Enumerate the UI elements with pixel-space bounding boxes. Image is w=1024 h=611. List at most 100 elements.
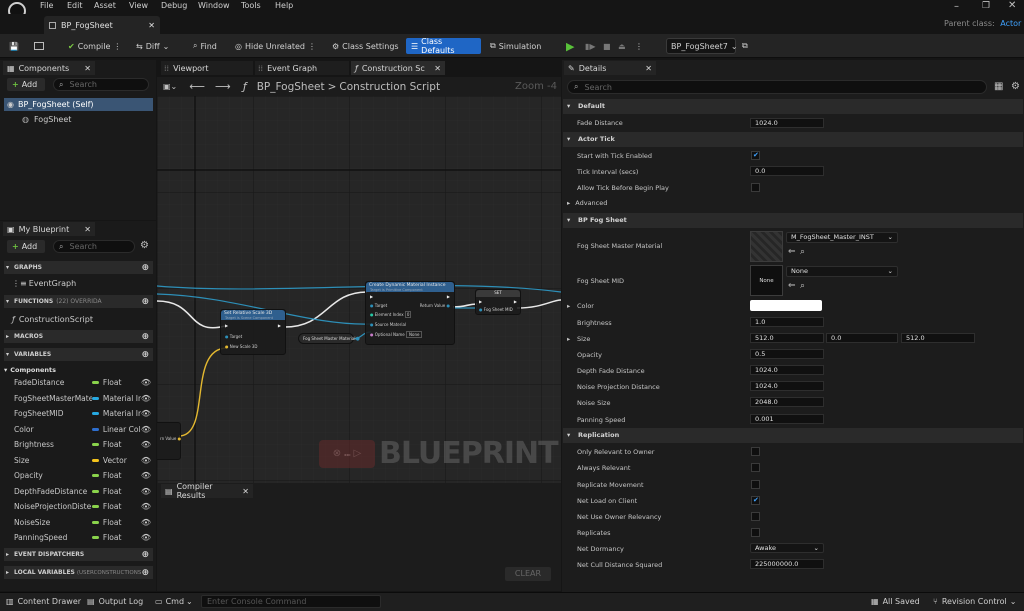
noise-size-input[interactable]: 2048.0 bbox=[750, 397, 824, 407]
component-self[interactable]: ◉ BP_FogSheet (Self) bbox=[4, 98, 153, 111]
tab-close-icon[interactable]: ✕ bbox=[645, 64, 652, 73]
material-thumbnail[interactable] bbox=[750, 231, 783, 262]
details-tab[interactable]: ✎ Details ✕ bbox=[564, 61, 656, 75]
element-index-pin[interactable]: ● Element Index 0 bbox=[370, 311, 412, 318]
class-settings-button[interactable]: ⚙ Class Settings bbox=[332, 38, 399, 54]
variable-row[interactable]: Color Linear Col 👁 bbox=[0, 422, 155, 437]
variable-row[interactable]: NoiseProjectionDiste Float 👁 bbox=[0, 499, 155, 514]
variable-row[interactable]: NoiseSize Float 👁 bbox=[0, 515, 155, 530]
all-saved-indicator[interactable]: ▦ All Saved bbox=[871, 597, 920, 606]
exec-in-pin[interactable]: ▶ bbox=[370, 294, 373, 299]
color-swatch[interactable] bbox=[750, 300, 822, 311]
graphs-header[interactable]: ▾ GRAPHS ⊕ bbox=[4, 261, 153, 274]
menu-help[interactable]: Help bbox=[275, 1, 293, 10]
find-button[interactable]: ⌕ Find bbox=[193, 38, 217, 54]
graph-menu-icon[interactable]: ▣⌄ bbox=[163, 82, 177, 91]
gear-icon[interactable]: ⚙ bbox=[140, 240, 149, 251]
console-input[interactable]: Enter Console Command bbox=[201, 595, 381, 608]
size-y-input[interactable]: 0.0 bbox=[826, 333, 898, 343]
tab-close-icon[interactable]: ✕ bbox=[84, 225, 91, 234]
restore-icon[interactable]: ❐ bbox=[982, 1, 990, 11]
components-tab[interactable]: ▦ Components ✕ bbox=[3, 61, 95, 75]
variable-row[interactable]: Size Vector 👁 bbox=[0, 453, 155, 468]
new-scale-pin[interactable]: ● New Scale 3D bbox=[225, 344, 257, 349]
breadcrumb-root[interactable]: BP_FogSheet bbox=[257, 81, 325, 93]
variable-row[interactable]: Brightness Float 👁 bbox=[0, 437, 155, 452]
only-relevant-checkbox[interactable] bbox=[751, 447, 760, 456]
mid-combo[interactable]: None ⌄ bbox=[786, 266, 898, 277]
eye-icon[interactable]: 👁 bbox=[141, 394, 151, 403]
optional-name-value[interactable]: None bbox=[406, 331, 423, 338]
panning-speed-input[interactable]: 0.001 bbox=[750, 414, 824, 424]
section-actor-tick[interactable]: ▾ Actor Tick bbox=[563, 132, 1023, 147]
compile-button[interactable]: ✔ Compile ⋮ bbox=[68, 38, 121, 54]
size-z-input[interactable]: 512.0 bbox=[901, 333, 975, 343]
size-x-input[interactable]: 512.0 bbox=[750, 333, 824, 343]
construction-script-item[interactable]: ƒ ConstructionScript bbox=[12, 313, 93, 326]
variable-row[interactable]: FogSheetMID Material In 👁 bbox=[0, 406, 155, 421]
my-blueprint-search[interactable]: ⌕ Search bbox=[53, 240, 135, 253]
exec-out-pin[interactable]: ▶ bbox=[514, 299, 517, 304]
browse-asset-icon[interactable]: ⌕ bbox=[800, 281, 805, 291]
tick-interval-input[interactable]: 0.0 bbox=[750, 166, 824, 176]
cmd-button[interactable]: ▭ Cmd ⌄ bbox=[155, 597, 193, 606]
browse-button[interactable] bbox=[34, 38, 44, 54]
optional-name-pin[interactable]: ● Optional Name None bbox=[370, 331, 423, 338]
get-master-material-node[interactable]: Fog Sheet Master Material ● bbox=[298, 333, 360, 344]
play-options-button[interactable]: ⋮ bbox=[635, 38, 643, 54]
always-relevant-checkbox[interactable] bbox=[751, 463, 760, 472]
details-search[interactable]: ⌕ Search bbox=[567, 80, 987, 94]
eye-icon[interactable]: 👁 bbox=[141, 456, 151, 465]
start-tick-checkbox[interactable]: ✔ bbox=[751, 151, 760, 160]
section-default[interactable]: ▾ Default bbox=[563, 99, 1023, 114]
section-replication[interactable]: ▾ Replication bbox=[563, 428, 1023, 443]
element-index-value[interactable]: 0 bbox=[404, 311, 412, 318]
eye-icon[interactable]: 👁 bbox=[141, 378, 151, 387]
my-blueprint-tab[interactable]: ▣ My Blueprint ✕ bbox=[3, 222, 95, 236]
variable-row[interactable]: Opacity Float 👁 bbox=[0, 468, 155, 483]
create-mid-node[interactable]: Create Dynamic Material Instance Target … bbox=[365, 281, 455, 345]
depth-fade-input[interactable]: 1024.0 bbox=[750, 365, 824, 375]
mid-thumbnail[interactable]: None bbox=[750, 265, 783, 296]
brightness-input[interactable]: 1.0 bbox=[750, 317, 824, 327]
advanced-expander[interactable]: ▸ Advanced bbox=[567, 199, 607, 207]
output-log-button[interactable]: ▤ Output Log bbox=[87, 597, 143, 606]
stop-button[interactable]: ■ bbox=[603, 38, 611, 54]
variable-row[interactable]: FogSheetMasterMate Material In 👁 bbox=[0, 391, 155, 406]
browse-asset-icon[interactable]: ⌕ bbox=[800, 247, 805, 257]
chevron-right-icon[interactable]: ▸ bbox=[567, 335, 570, 343]
variables-header[interactable]: ▾ VARIABLES ⊕ bbox=[4, 348, 153, 361]
hide-unrelated-button[interactable]: ◎ Hide Unrelated ⋮ bbox=[235, 38, 316, 54]
debug-object-select[interactable]: BP_FogSheet7 ⌄ bbox=[666, 38, 738, 54]
eye-icon[interactable]: 👁 bbox=[141, 409, 151, 418]
eye-icon[interactable]: 👁 bbox=[141, 518, 151, 527]
local-variables-header[interactable]: ▸ LOCAL VARIABLES (USERCONSTRUCTIONS ⊕ bbox=[4, 566, 153, 579]
compiler-results-tab[interactable]: ▤ Compiler Results ✕ bbox=[161, 482, 253, 500]
variable-row[interactable]: FadeDistance Float 👁 bbox=[0, 375, 155, 390]
add-member-button[interactable]: + Add bbox=[7, 240, 45, 253]
minimize-icon[interactable]: – bbox=[954, 1, 959, 12]
class-defaults-button[interactable]: ☰ Class Defaults bbox=[406, 37, 481, 55]
set-scale-node[interactable]: Set Relative Scale 3D Target is Scene Co… bbox=[220, 309, 286, 355]
add-circle-icon[interactable]: ⊕ bbox=[141, 550, 149, 560]
add-circle-icon[interactable]: ⊕ bbox=[141, 350, 149, 360]
use-selected-arrow-icon[interactable]: ⇐ bbox=[788, 281, 796, 291]
menu-file[interactable]: File bbox=[40, 1, 53, 10]
clear-button[interactable]: CLEAR bbox=[505, 567, 551, 581]
eye-icon[interactable]: 👁 bbox=[141, 425, 151, 434]
add-component-button[interactable]: + Add bbox=[7, 78, 45, 91]
menu-view[interactable]: View bbox=[129, 1, 148, 10]
fog-sheet-mid-pin[interactable]: ● Fog Sheet MID bbox=[479, 307, 513, 312]
pause-button[interactable]: ▮▶ bbox=[585, 38, 596, 54]
eye-icon[interactable]: 👁 bbox=[141, 440, 151, 449]
forward-arrow-icon[interactable]: ⟶ bbox=[215, 80, 231, 93]
event-graph-item[interactable]: ⋮≡ EventGraph bbox=[12, 277, 76, 290]
source-material-pin[interactable]: ● Source Material bbox=[370, 322, 406, 327]
diff-button[interactable]: ⇆ Diff ⌄ bbox=[136, 38, 169, 54]
menu-debug[interactable]: Debug bbox=[161, 1, 187, 10]
return-value-pin[interactable]: Return Value ● bbox=[420, 303, 450, 308]
tab-event-graph[interactable]: ⁞⁞ Event Graph bbox=[255, 61, 349, 75]
tab-viewport[interactable]: ⁞⁞ Viewport bbox=[161, 61, 253, 75]
chevron-right-icon[interactable]: ▸ bbox=[567, 302, 570, 310]
net-load-checkbox[interactable]: ✔ bbox=[751, 496, 760, 505]
